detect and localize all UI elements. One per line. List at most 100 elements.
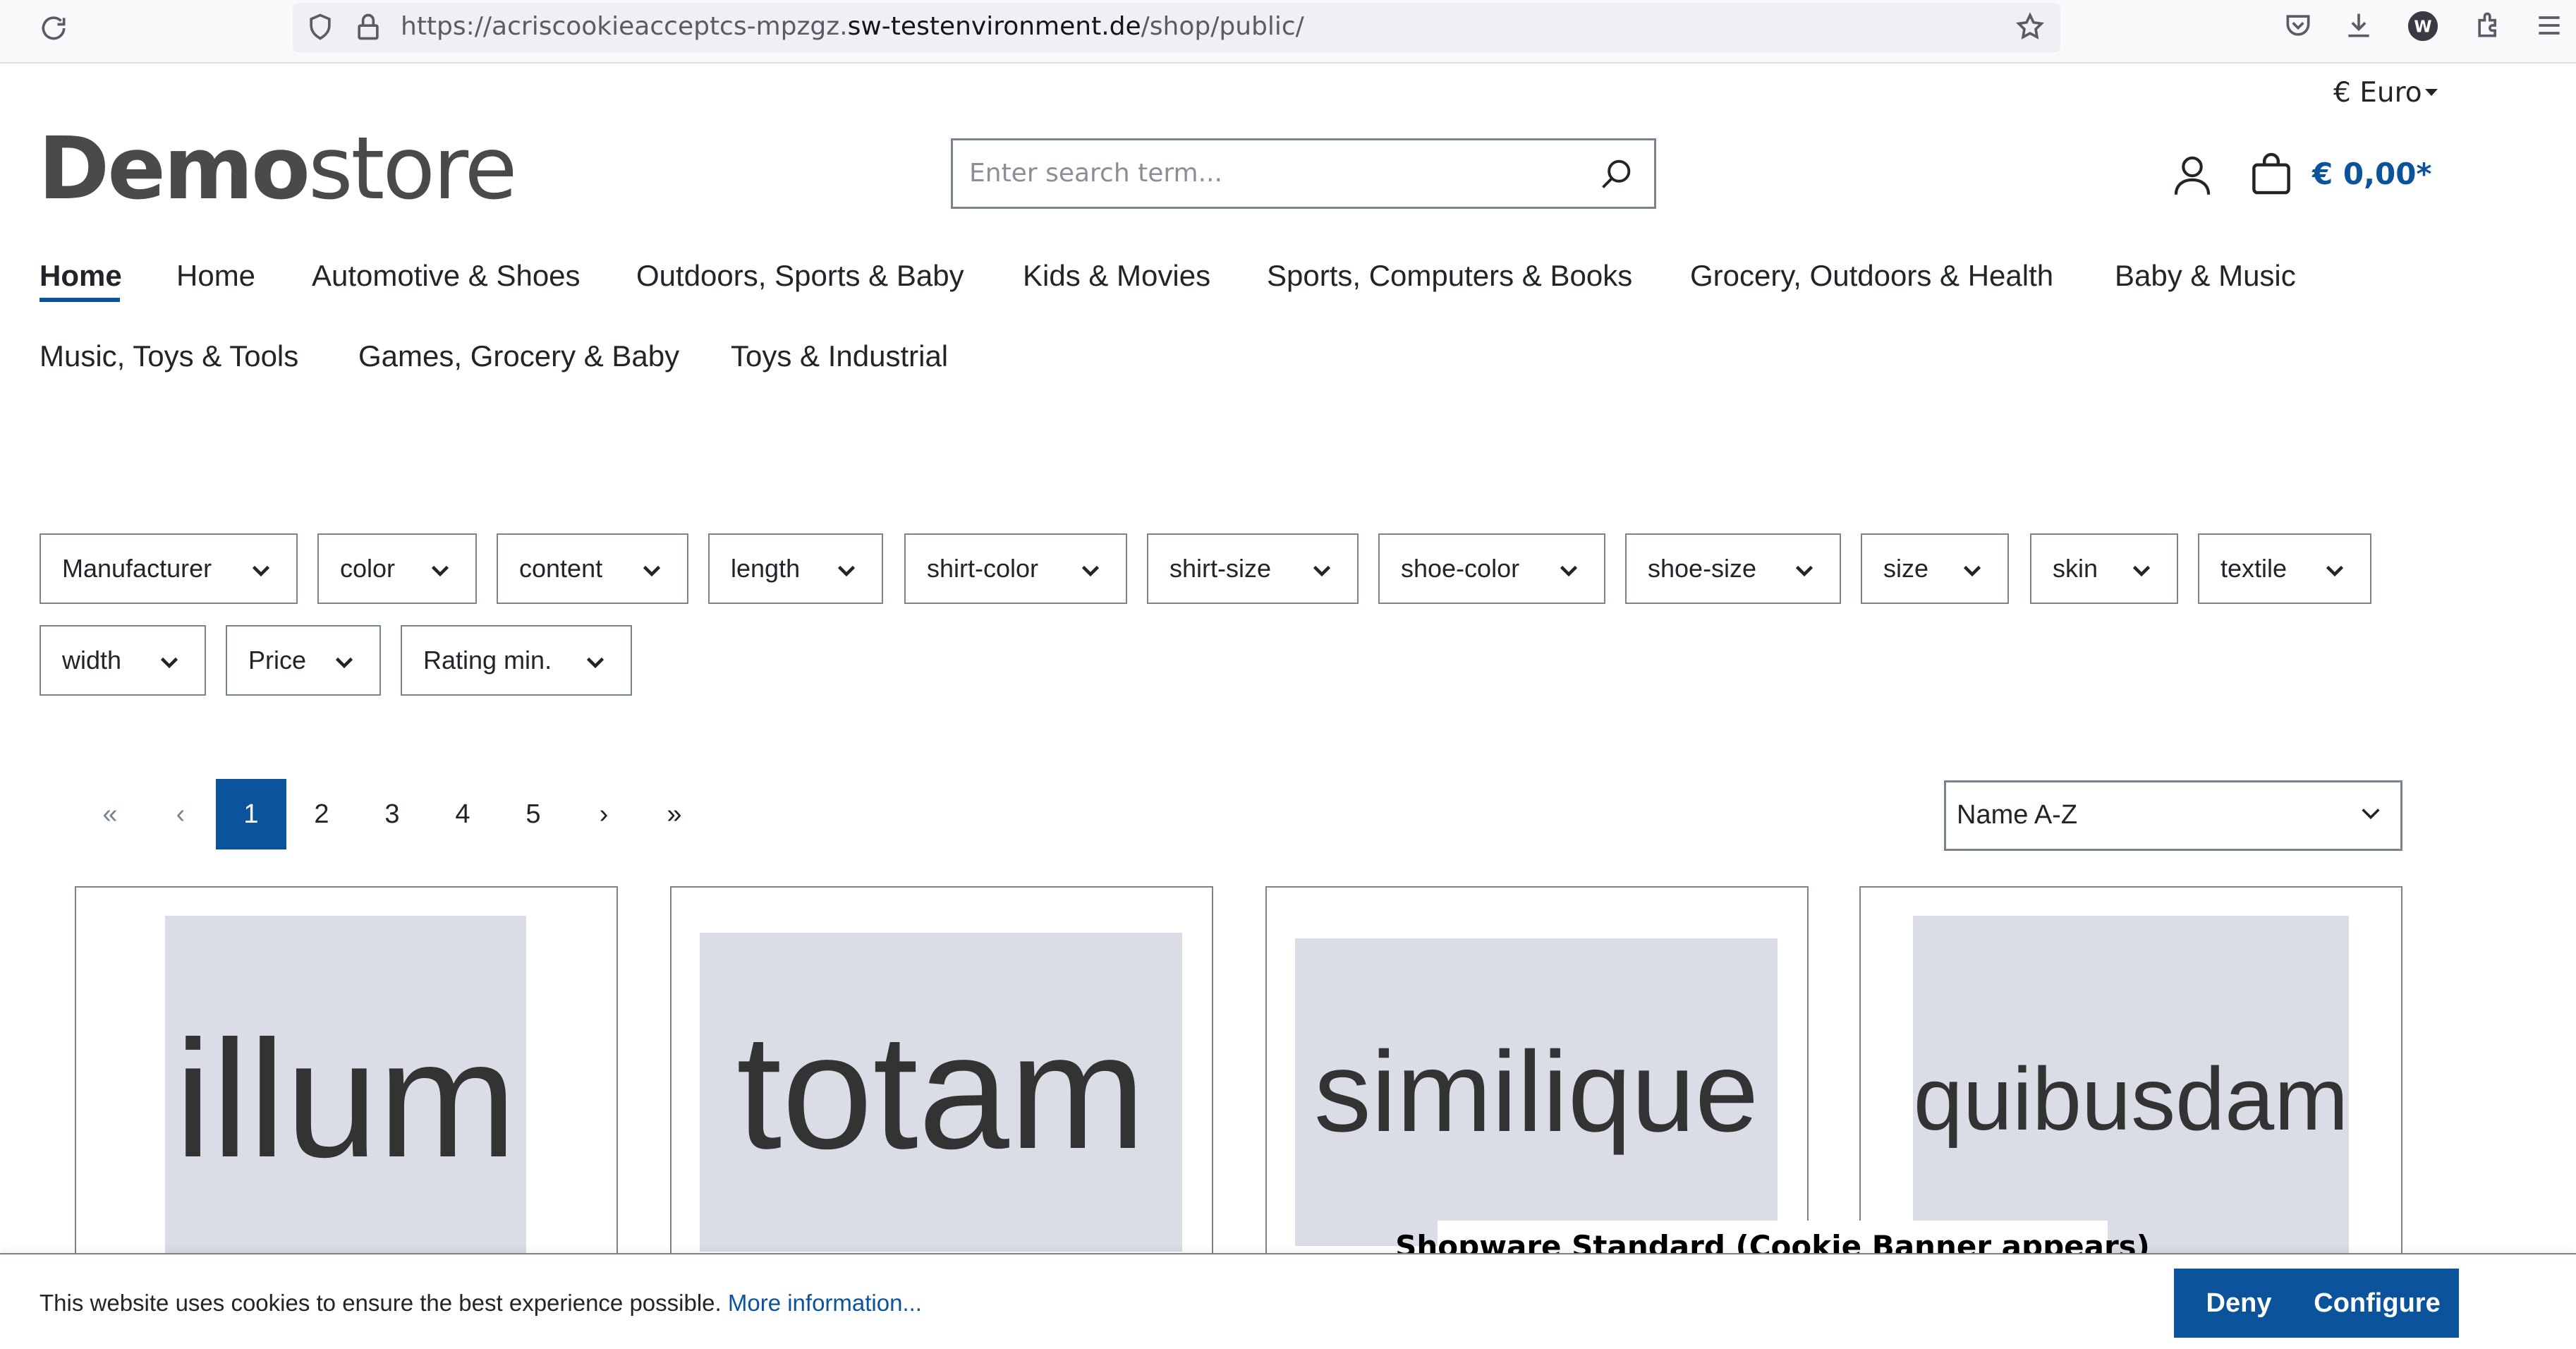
filter-skin[interactable]: skin: [2030, 533, 2178, 604]
chevron-down-icon: [2359, 804, 2383, 823]
filter-label: Manufacturer: [62, 554, 212, 583]
caret-down-icon[interactable]: [2424, 87, 2439, 97]
cart-icon[interactable]: [2250, 151, 2292, 196]
chevron-down-icon: [639, 560, 664, 580]
sort-selected-value: Name A-Z: [1957, 800, 2078, 830]
filter-price[interactable]: Price: [226, 625, 381, 696]
pagination-page-5[interactable]: 5: [498, 779, 569, 849]
deny-button[interactable]: Deny: [2174, 1269, 2304, 1338]
chevron-down-icon: [583, 652, 608, 672]
pagination-page-3[interactable]: 3: [357, 779, 427, 849]
search-icon[interactable]: [1598, 155, 1635, 192]
menu-icon[interactable]: [2534, 10, 2565, 41]
product-image-text: totam: [736, 1000, 1146, 1183]
pagination-page-4[interactable]: 4: [427, 779, 498, 849]
filter-rating-min[interactable]: Rating min.: [401, 625, 632, 696]
shield-icon[interactable]: [305, 11, 336, 42]
filter-shoe-size[interactable]: shoe-size: [1625, 533, 1841, 604]
filter-shoe-color[interactable]: shoe-color: [1378, 533, 1605, 604]
reload-icon[interactable]: [38, 13, 69, 44]
store-logo[interactable]: Demostore: [38, 123, 518, 214]
filter-width[interactable]: width: [40, 625, 206, 696]
pagination-first-button[interactable]: «: [75, 779, 145, 849]
pagination-prev-button[interactable]: ‹: [145, 779, 216, 849]
pagination-last-button[interactable]: »: [639, 779, 710, 849]
chevron-down-icon: [1309, 560, 1335, 580]
download-icon[interactable]: [2343, 10, 2374, 41]
chevron-down-icon: [2129, 560, 2154, 580]
nav-item-outdoors-sports-baby[interactable]: Outdoors, Sports & Baby: [636, 258, 964, 294]
extensions-icon[interactable]: [2473, 10, 2504, 41]
pagination-next-button[interactable]: ›: [569, 779, 639, 849]
url-text[interactable]: https://acriscookieacceptcs-mpzgz.sw-tes…: [401, 11, 1304, 42]
filter-label: shoe-size: [1648, 554, 1757, 583]
filter-label: length: [731, 554, 801, 583]
product-image[interactable]: totam: [700, 933, 1182, 1252]
filter-size[interactable]: size: [1861, 533, 2009, 604]
filter-manufacturer[interactable]: Manufacturer: [40, 533, 298, 604]
chevron-down-icon: [1960, 560, 1985, 580]
filter-color[interactable]: color: [317, 533, 477, 604]
search-placeholder: Enter search term...: [969, 159, 1222, 188]
account-icon[interactable]: [2173, 154, 2212, 196]
configure-button[interactable]: Configure: [2295, 1269, 2459, 1338]
product-card[interactable]: illum: [75, 886, 618, 1283]
filter-label: color: [340, 554, 396, 583]
chevron-down-icon: [248, 560, 274, 580]
currency-selector[interactable]: € Euro: [2333, 76, 2422, 110]
nav-item-grocery-outdoors-health[interactable]: Grocery, Outdoors & Health: [1690, 258, 2053, 294]
nav-item-sports-computers-books[interactable]: Sports, Computers & Books: [1267, 258, 1632, 294]
product-image-text: illum: [174, 1006, 517, 1192]
profile-icon[interactable]: W: [2407, 10, 2439, 42]
filter-label: shirt-color: [927, 554, 1039, 583]
chevron-down-icon: [157, 652, 182, 672]
filter-label: textile: [2220, 554, 2288, 583]
logo-bold-text: Demo: [38, 119, 310, 219]
logo-light-text: store: [308, 119, 518, 219]
filter-shirt-color[interactable]: shirt-color: [904, 533, 1127, 604]
cookie-banner-text: This website uses cookies to ensure the …: [40, 1288, 922, 1318]
product-image-text: quibusdam: [1913, 1049, 2349, 1149]
product-image-text: similique: [1313, 1028, 1759, 1156]
filter-length[interactable]: length: [708, 533, 883, 604]
filter-textile[interactable]: textile: [2198, 533, 2371, 604]
cart-total[interactable]: € 0,00*: [2312, 157, 2431, 192]
lock-icon: [353, 11, 384, 42]
nav-item-kids-movies[interactable]: Kids & Movies: [1023, 258, 1210, 294]
chevron-down-icon: [1078, 560, 1103, 580]
chevron-down-icon: [427, 560, 453, 580]
chevron-down-icon: [2322, 560, 2347, 580]
product-image[interactable]: illum: [165, 916, 526, 1283]
chevron-down-icon: [834, 560, 859, 580]
nav-item-music-toys-tools[interactable]: Music, Toys & Tools: [40, 339, 298, 374]
pocket-icon[interactable]: [2283, 10, 2314, 41]
pagination-page-1[interactable]: 1: [216, 779, 286, 849]
more-information-link[interactable]: More information...: [728, 1290, 922, 1316]
nav-item-toys-industrial[interactable]: Toys & Industrial: [731, 339, 948, 374]
product-card[interactable]: totam: [670, 886, 1213, 1281]
nav-active-indicator: [40, 298, 120, 302]
filter-label: size: [1883, 554, 1929, 583]
chevron-down-icon: [332, 652, 357, 672]
cookie-message: This website uses cookies to ensure the …: [40, 1290, 722, 1316]
filter-label: width: [62, 646, 122, 674]
filter-label: shoe-color: [1401, 554, 1520, 583]
filter-label: Rating min.: [423, 646, 552, 674]
filter-label: skin: [2053, 554, 2098, 583]
filter-shirt-size[interactable]: shirt-size: [1147, 533, 1359, 604]
nav-item-games-grocery-baby[interactable]: Games, Grocery & Baby: [358, 339, 679, 374]
filter-content[interactable]: content: [497, 533, 688, 604]
nav-item-home[interactable]: Home: [176, 258, 255, 294]
pagination-page-2[interactable]: 2: [286, 779, 357, 849]
product-image[interactable]: similique: [1295, 938, 1778, 1246]
nav-item-home-active[interactable]: Home: [40, 258, 122, 294]
chevron-down-icon: [1792, 560, 1817, 580]
nav-item-automotive-shoes[interactable]: Automotive & Shoes: [312, 258, 581, 294]
filter-label: Price: [248, 646, 307, 674]
chevron-down-icon: [1556, 560, 1581, 580]
filter-label: shirt-size: [1169, 554, 1272, 583]
nav-item-baby-music[interactable]: Baby & Music: [2115, 258, 2296, 294]
svg-text:W: W: [2414, 18, 2431, 37]
filter-label: content: [519, 554, 603, 583]
star-icon[interactable]: [2015, 11, 2046, 42]
